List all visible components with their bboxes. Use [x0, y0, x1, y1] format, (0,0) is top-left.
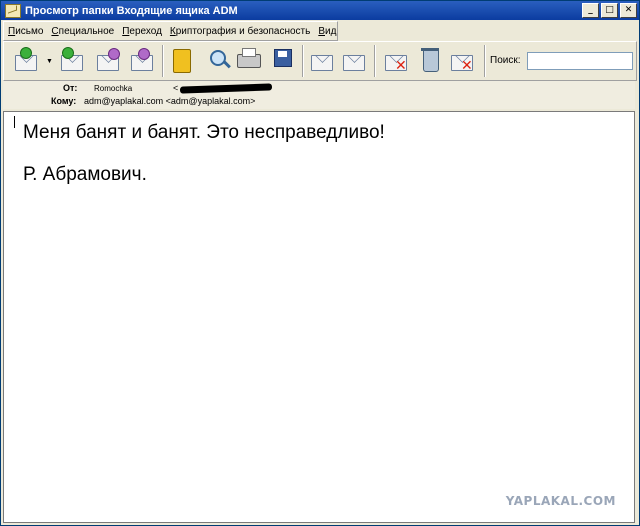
menu-go[interactable]: Переход — [118, 26, 166, 37]
close-button[interactable]: ✕ — [620, 3, 637, 18]
menu-view[interactable]: Вид — [314, 26, 340, 37]
message-body[interactable]: Меня банят и банят. Это несправедливо! Р… — [3, 111, 635, 523]
forward-button[interactable] — [94, 46, 122, 74]
search-label: Поиск: — [490, 55, 521, 66]
receive-mail-button[interactable] — [12, 46, 40, 74]
print-button[interactable] — [234, 46, 262, 74]
envelope-icon — [5, 3, 21, 18]
message-headers: От: Romochka < Кому: adm@yaplakal.com <a… — [3, 81, 635, 109]
text-caret — [14, 116, 15, 128]
message-window: Просмотр папки Входящие ящика ADM _ □ ✕ … — [0, 0, 640, 526]
move-down-button[interactable] — [340, 46, 368, 74]
menu-letter[interactable]: Письмо — [4, 26, 47, 37]
to-label: Кому: — [51, 96, 77, 106]
address-book-button[interactable] — [168, 46, 196, 74]
message-signature: Р. Абрамович. — [23, 164, 147, 185]
delete-spam-button[interactable]: ✕ — [448, 46, 476, 74]
chevron-down-icon[interactable]: ▼ — [46, 58, 53, 65]
print-icon — [237, 48, 261, 68]
menu-bar: Письмо Специальное Переход Криптография … — [3, 21, 338, 41]
title-bar: Просмотр папки Входящие ящика ADM _ □ ✕ — [1, 1, 639, 20]
delete-button[interactable]: ✕ — [382, 46, 410, 74]
move-down-icon — [343, 55, 365, 71]
menu-special[interactable]: Специальное — [47, 26, 118, 37]
move-up-icon — [311, 55, 333, 71]
forward-as-button[interactable] — [128, 46, 156, 74]
minimize-button[interactable]: _ — [582, 3, 599, 18]
from-name[interactable]: Romochka — [94, 84, 132, 93]
maximize-button[interactable]: □ — [601, 3, 618, 18]
message-line-1: Меня банят и банят. Это несправедливо! — [23, 122, 385, 143]
redaction-mark — [179, 83, 273, 94]
from-bracket: < — [173, 83, 179, 93]
search-input[interactable] — [527, 52, 633, 70]
move-up-button[interactable] — [308, 46, 336, 74]
save-button[interactable] — [268, 46, 296, 74]
trash-icon — [421, 48, 439, 72]
toolbar: ▼ ✕ ✕ Поиск: — [3, 41, 637, 81]
window-controls: _ □ ✕ — [582, 3, 637, 18]
address-book-icon — [173, 49, 191, 73]
to-value[interactable]: adm@yaplakal.com <adm@yaplakal.com> — [84, 96, 255, 106]
find-button[interactable] — [202, 46, 230, 74]
watermark: YAPLAKAL.COM — [505, 494, 616, 508]
save-icon — [274, 49, 292, 67]
find-icon — [210, 50, 226, 66]
window-title: Просмотр папки Входящие ящика ADM — [25, 4, 238, 17]
menu-crypto[interactable]: Криптография и безопасность — [166, 26, 314, 37]
from-label: От: — [63, 83, 78, 93]
reply-all-button[interactable] — [58, 46, 86, 74]
trash-button[interactable] — [416, 46, 444, 74]
